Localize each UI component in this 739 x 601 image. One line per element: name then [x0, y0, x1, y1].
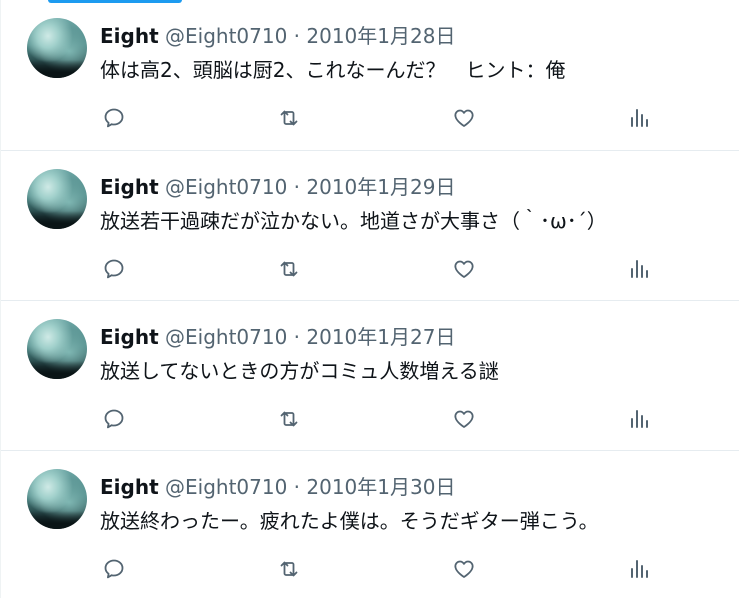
tweet-header: Eight @Eight0710 · 2010年1月27日: [100, 324, 455, 350]
tweet-actions: [1, 555, 739, 583]
display-name[interactable]: Eight: [100, 175, 159, 199]
reply-icon: [104, 559, 124, 579]
tweet-item[interactable]: Eight @Eight0710 · 2010年1月29日 放送若干過疎だが泣か…: [1, 151, 739, 301]
stats-button[interactable]: [626, 104, 654, 132]
stats-icon: [631, 109, 648, 127]
tweet-text: 放送してないときの方がコミュ人数増える謎: [100, 359, 499, 383]
tweet-text: 体は高2、頭脳は厨2、これなーんだ？ ヒント：俺: [100, 58, 566, 82]
retweet-button[interactable]: [275, 555, 303, 583]
like-button[interactable]: [450, 555, 478, 583]
like-icon: [454, 109, 474, 127]
tweet-header: Eight @Eight0710 · 2010年1月30日: [100, 474, 455, 500]
like-button[interactable]: [450, 255, 478, 283]
like-icon: [454, 410, 474, 428]
retweet-button[interactable]: [275, 405, 303, 433]
handle-and-date[interactable]: @Eight0710 · 2010年1月28日: [165, 24, 455, 48]
reply-icon: [104, 108, 124, 128]
tweet-actions: [1, 255, 739, 283]
handle-and-date[interactable]: @Eight0710 · 2010年1月30日: [165, 475, 455, 499]
retweet-icon: [280, 561, 298, 577]
tweet-item[interactable]: Eight @Eight0710 · 2010年1月30日 放送終わったー。疲れ…: [1, 451, 739, 601]
retweet-icon: [280, 411, 298, 427]
handle-and-date[interactable]: @Eight0710 · 2010年1月29日: [165, 175, 455, 199]
stats-icon: [631, 410, 648, 428]
stats-button[interactable]: [626, 255, 654, 283]
display-name[interactable]: Eight: [100, 325, 159, 349]
retweet-button[interactable]: [275, 255, 303, 283]
retweet-button[interactable]: [275, 104, 303, 132]
display-name[interactable]: Eight: [100, 24, 159, 48]
reply-button[interactable]: [100, 555, 128, 583]
like-icon: [454, 560, 474, 578]
tweet-item[interactable]: Eight @Eight0710 · 2010年1月27日 放送してないときの方…: [1, 301, 739, 451]
stats-button[interactable]: [626, 405, 654, 433]
tweet-feed: Eight @Eight0710 · 2010年1月28日 体は高2、頭脳は厨2…: [1, 0, 739, 601]
tweet-actions: [1, 405, 739, 433]
handle-and-date[interactable]: @Eight0710 · 2010年1月27日: [165, 325, 455, 349]
tweet-text: 放送若干過疎だが泣かない。地道さが大事さ（｀･ω･´）: [100, 209, 607, 233]
tweet-header: Eight @Eight0710 · 2010年1月28日: [100, 23, 455, 49]
like-button[interactable]: [450, 405, 478, 433]
stats-icon: [631, 560, 648, 578]
stats-icon: [631, 260, 648, 278]
tweet-text: 放送終わったー。疲れたよ僕は。そうだギター弾こう。: [100, 509, 599, 533]
reply-icon: [104, 259, 124, 279]
retweet-icon: [280, 261, 298, 277]
reply-icon: [104, 409, 124, 429]
reply-button[interactable]: [100, 255, 128, 283]
display-name[interactable]: Eight: [100, 475, 159, 499]
like-button[interactable]: [450, 104, 478, 132]
avatar[interactable]: [27, 169, 87, 229]
like-icon: [454, 260, 474, 278]
reply-button[interactable]: [100, 405, 128, 433]
avatar[interactable]: [27, 319, 87, 379]
avatar[interactable]: [27, 469, 87, 529]
tweet-item[interactable]: Eight @Eight0710 · 2010年1月28日 体は高2、頭脳は厨2…: [1, 0, 739, 151]
reply-button[interactable]: [100, 104, 128, 132]
tweet-actions: [1, 104, 739, 132]
avatar[interactable]: [27, 18, 87, 78]
tweet-header: Eight @Eight0710 · 2010年1月29日: [100, 174, 455, 200]
stats-button[interactable]: [626, 555, 654, 583]
retweet-icon: [280, 110, 298, 126]
